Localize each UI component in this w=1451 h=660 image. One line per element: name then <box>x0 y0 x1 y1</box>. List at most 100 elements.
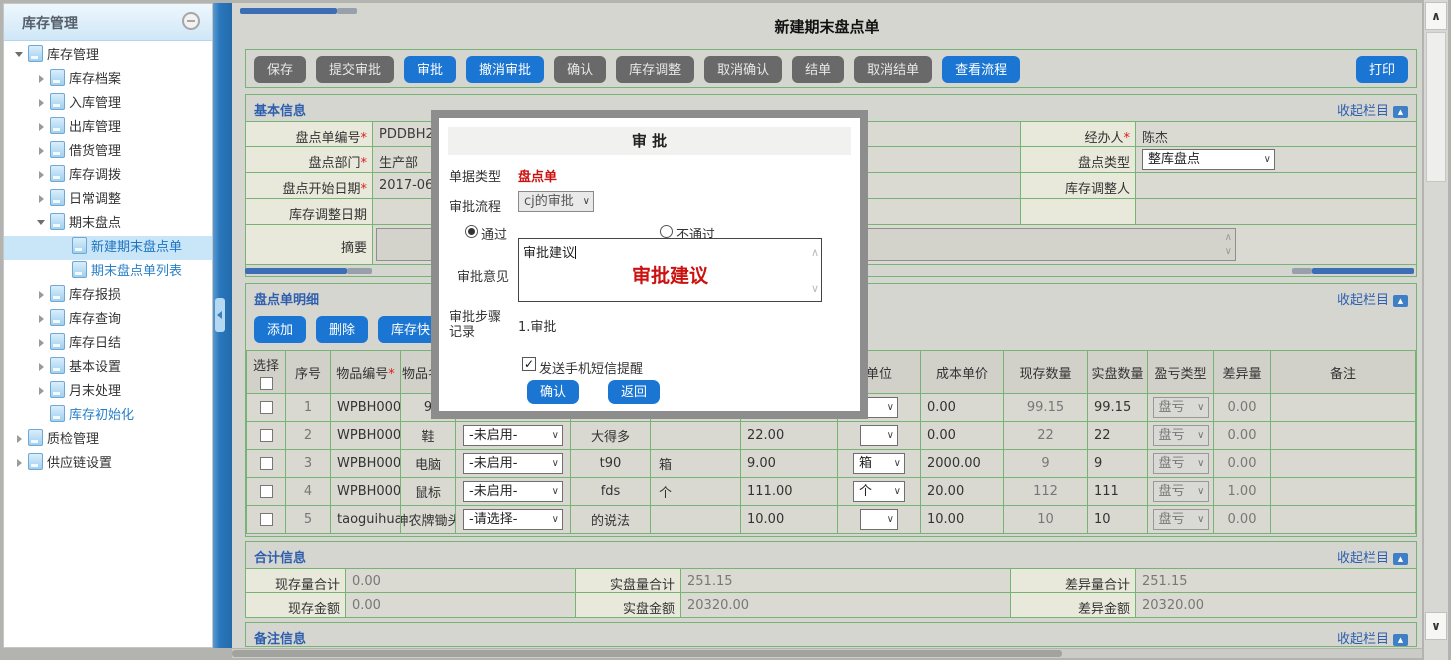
pl-type-select[interactable]: 盘亏∨ <box>1153 509 1209 530</box>
toolbar-button[interactable]: 查看流程 <box>942 56 1020 83</box>
batch-select[interactable]: -请选择-∨ <box>463 509 563 530</box>
basic-scrollbar-thumb-left[interactable] <box>245 268 347 274</box>
collapse-sidebar-icon[interactable] <box>182 12 200 30</box>
sidebar-item[interactable]: 入库管理 <box>4 92 212 116</box>
pass-radio[interactable] <box>465 225 478 238</box>
expand-arrow-icon[interactable] <box>34 92 48 116</box>
collapse-section-icon[interactable]: ▲ <box>1393 634 1408 646</box>
toolbar-button[interactable]: 取消确认 <box>704 56 782 83</box>
pl-type-select[interactable]: 盘亏∨ <box>1153 453 1209 474</box>
sidebar-item[interactable]: 库存档案 <box>4 68 212 92</box>
print-button[interactable]: 打印 <box>1356 56 1408 83</box>
unit-select[interactable]: 箱∨ <box>853 453 905 474</box>
sidebar-item[interactable]: 月末处理 <box>4 380 212 404</box>
toolbar-button[interactable]: 取消结单 <box>854 56 932 83</box>
expand-arrow-icon[interactable] <box>34 332 48 356</box>
sidebar-item[interactable]: 库存调拨 <box>4 164 212 188</box>
collapse-section-icon[interactable]: ▲ <box>1393 553 1408 565</box>
toolbar-button[interactable]: 审批 <box>404 56 456 83</box>
row-checkbox[interactable] <box>260 485 273 498</box>
expand-arrow-icon[interactable] <box>34 284 48 308</box>
top-scrollbar-thumb[interactable] <box>240 8 337 14</box>
pl-type-select[interactable]: 盘亏∨ <box>1153 397 1209 418</box>
sidebar-item[interactable]: 期末盘点 <box>4 212 212 236</box>
expand-arrow-icon[interactable] <box>34 188 48 212</box>
sidebar-item[interactable]: 库存日结 <box>4 332 212 356</box>
collapse-section-link[interactable]: 收起栏目▲ <box>1337 100 1408 119</box>
toolbar-button[interactable]: 提交审批 <box>316 56 394 83</box>
back-button[interactable]: 返回 <box>608 380 660 404</box>
collapse-section-link[interactable]: 收起栏目▲ <box>1337 628 1408 647</box>
pl-type-select[interactable]: 盘亏∨ <box>1153 481 1209 502</box>
expand-arrow-icon[interactable] <box>34 140 48 164</box>
sidebar-item[interactable]: 借货管理 <box>4 140 212 164</box>
sidebar-item[interactable]: 期末盘点单列表 <box>4 260 212 284</box>
scroll-down-icon[interactable]: ∨ <box>811 283 819 294</box>
unit-select[interactable]: 个∨ <box>853 481 905 502</box>
expand-arrow-icon[interactable] <box>34 356 48 380</box>
sidebar-item[interactable]: 质检管理 <box>4 428 212 452</box>
collapse-section-link[interactable]: 收起栏目▲ <box>1337 547 1408 566</box>
toolbar-button[interactable]: 保存 <box>254 56 306 83</box>
horizontal-scrollbar-thumb[interactable] <box>232 650 1062 657</box>
sidebar-item[interactable]: 库存管理 <box>4 44 212 68</box>
select-all-checkbox[interactable] <box>260 377 273 390</box>
collapse-arrow-icon[interactable] <box>34 212 48 236</box>
expand-arrow-icon[interactable] <box>12 452 26 476</box>
unit-select[interactable]: ∨ <box>860 509 898 530</box>
sidebar-collapse-tab[interactable] <box>215 298 225 332</box>
detail-button[interactable]: 删除 <box>316 316 368 343</box>
basic-scrollbar-end-right[interactable] <box>1292 268 1312 274</box>
collapse-arrow-icon[interactable] <box>12 44 26 68</box>
toolbar-button[interactable]: 结单 <box>792 56 844 83</box>
batch-select[interactable]: -未启用-∨ <box>463 481 563 502</box>
sidebar-item[interactable]: 日常调整 <box>4 188 212 212</box>
expand-arrow-icon[interactable] <box>34 308 48 332</box>
confirm-button[interactable]: 确认 <box>527 380 579 404</box>
collapse-section-link[interactable]: 收起栏目▲ <box>1337 289 1408 308</box>
scroll-up-icon[interactable]: ∧ <box>811 247 819 258</box>
scroll-up-icon[interactable]: ∧ <box>1225 233 1232 243</box>
expand-arrow-icon[interactable] <box>12 428 26 452</box>
sidebar-item[interactable]: 基本设置 <box>4 356 212 380</box>
scroll-down-icon[interactable]: ∨ <box>1225 247 1232 257</box>
detail-button[interactable]: 添加 <box>254 316 306 343</box>
sidebar-item[interactable]: 库存查询 <box>4 308 212 332</box>
toolbar-button[interactable]: 确认 <box>554 56 606 83</box>
inventory-type-select[interactable]: 整库盘点∨ <box>1142 149 1275 170</box>
scroll-up-icon[interactable]: ∧ <box>1425 2 1447 30</box>
sidebar-item[interactable]: 库存初始化 <box>4 404 212 428</box>
toolbar-button[interactable]: 撤消审批 <box>466 56 544 83</box>
sms-checkbox[interactable]: ✓ <box>522 357 536 371</box>
expand-arrow-icon[interactable] <box>34 380 48 404</box>
batch-select[interactable]: -未启用-∨ <box>463 425 563 446</box>
top-scrollbar-end[interactable] <box>337 8 357 14</box>
sidebar-item[interactable]: 新建期末盘点单 <box>4 236 212 260</box>
opinion-textarea[interactable]: 审批建议 审批建议 ∧ ∨ <box>518 238 822 302</box>
sidebar-item[interactable]: 出库管理 <box>4 116 212 140</box>
collapse-section-icon[interactable]: ▲ <box>1393 295 1408 307</box>
expand-arrow-icon[interactable] <box>34 116 48 140</box>
sidebar-item[interactable]: 供应链设置 <box>4 452 212 476</box>
batch-select[interactable]: -未启用-∨ <box>463 453 563 474</box>
collapse-section-icon[interactable]: ▲ <box>1393 106 1408 118</box>
row-checkbox[interactable] <box>260 513 273 526</box>
row-checkbox[interactable] <box>260 401 273 414</box>
pl-type-select[interactable]: 盘亏∨ <box>1153 425 1209 446</box>
vertical-scrollbar-thumb[interactable] <box>1426 32 1446 182</box>
toolbar-button[interactable]: 库存调整 <box>616 56 694 83</box>
basic-scrollbar-thumb-right[interactable] <box>1312 268 1414 274</box>
fail-radio[interactable] <box>660 225 673 238</box>
horizontal-scrollbar[interactable] <box>232 649 1422 658</box>
flow-select[interactable]: cj的审批∨ <box>518 191 594 212</box>
scroll-down-icon[interactable]: ∨ <box>1425 612 1447 640</box>
expand-arrow-icon[interactable] <box>34 164 48 188</box>
row-checkbox[interactable] <box>260 429 273 442</box>
sidebar-item[interactable]: 库存报损 <box>4 284 212 308</box>
basic-scrollbar-end-left[interactable] <box>347 268 372 274</box>
vertical-scrollbar[interactable]: ∧ ∨ <box>1424 0 1448 660</box>
section-title-remark: 备注信息 <box>254 628 306 647</box>
unit-select[interactable]: ∨ <box>860 425 898 446</box>
expand-arrow-icon[interactable] <box>34 68 48 92</box>
row-checkbox[interactable] <box>260 457 273 470</box>
